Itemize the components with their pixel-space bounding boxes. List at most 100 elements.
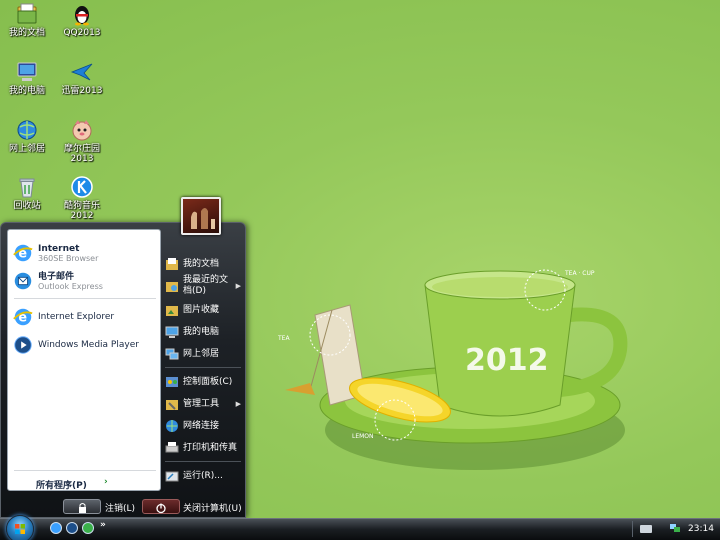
my-computer-icon [17, 62, 37, 81]
wallpaper-teacup: 2012 TEA · CUP TEA LEMON [277, 269, 628, 470]
quicklaunch-360-icon[interactable] [82, 522, 94, 534]
desktop-icon-label: 回收站 [13, 201, 41, 211]
right-my-computer[interactable]: 我的电脑 [165, 325, 243, 339]
right-item-label: 网上邻居 [183, 348, 220, 359]
desktop-icon-xunlei[interactable]: 迅雷2013 [55, 60, 109, 96]
network-places-icon [165, 348, 179, 360]
ie-browser-icon: e [13, 244, 33, 262]
network-tray-icon[interactable] [670, 523, 680, 533]
desktop-icon-recycle-bin[interactable]: 回收站 [0, 175, 54, 211]
right-item-label: 网络连接 [183, 420, 220, 431]
recent-title: Internet Explorer [38, 312, 115, 322]
desktop-icon-label-line2: 2012 [70, 211, 94, 221]
chevron-right-icon: › [104, 477, 108, 487]
desktop-icon-network[interactable]: 网上邻居 [0, 118, 54, 154]
right-item-label-line2: 档(D) [183, 286, 206, 296]
right-item-label: 管理工具 [183, 398, 220, 409]
right-item-label: 控制面板(C) [183, 376, 233, 387]
recent-title: Windows Media Player [38, 340, 139, 350]
divider [165, 367, 241, 368]
tag-lemon: LEMON [352, 433, 374, 440]
divider [14, 298, 156, 299]
pinned-subtitle: 360SE Browser [38, 253, 99, 263]
taskbar [0, 518, 720, 540]
media-player-icon [14, 336, 32, 354]
run-icon [165, 471, 179, 482]
recent-internet-explorer[interactable]: e Internet Explorer [12, 304, 158, 330]
shutdown-button[interactable] [142, 499, 180, 514]
outlook-express-icon [14, 272, 32, 290]
right-printers-faxes[interactable]: 打印机和传真 [165, 441, 243, 455]
pinned-title: Internet [38, 243, 80, 254]
start-menu: e Internet 360SE Browser 电子邮件 Outlook Ex… [0, 222, 246, 518]
desktop-icon-label: 我的电脑 [8, 86, 45, 96]
right-item-label-multiline: 我最近的文 档(D) [183, 275, 228, 297]
right-recent-documents[interactable]: 我最近的文 档(D) ▶ [165, 275, 243, 297]
computer-icon [165, 326, 179, 338]
right-item-label: 图片收藏 [183, 304, 220, 315]
control-panel-icon [166, 377, 178, 387]
internet-explorer-icon: e [13, 308, 33, 326]
qq-penguin-icon [75, 6, 89, 26]
quicklaunch-ie-icon[interactable] [50, 522, 62, 534]
lock-icon [79, 503, 86, 513]
quicklaunch-media-icon[interactable] [66, 522, 78, 534]
desktop-icon-qq[interactable]: QQ2013 [55, 2, 109, 38]
tag-tea: TEA [277, 335, 290, 342]
logoff-lock-button[interactable] [63, 499, 101, 514]
divider [14, 470, 156, 471]
desktop-icon-kugou[interactable]: 酷狗音乐 2012 [55, 175, 109, 221]
tray-divider [632, 521, 633, 537]
right-item-label: 我的文档 [183, 258, 220, 269]
start-button[interactable] [6, 515, 34, 540]
network-globe-icon [17, 120, 37, 140]
submenu-arrow-icon: ▶ [235, 399, 241, 408]
desktop-icon-label: QQ2013 [63, 28, 101, 38]
pictures-folder-icon [166, 306, 178, 316]
start-menu-programs-pane: e Internet 360SE Browser 电子邮件 Outlook Ex… [7, 229, 161, 491]
right-admin-tools[interactable]: 管理工具 ▶ [165, 397, 243, 411]
desktop-icon-mole-manor[interactable]: 摩尔庄园 2013 [55, 118, 109, 164]
right-item-label-line1: 我最近的文 [183, 275, 229, 285]
desktop-icon-label: 我的文档 [8, 28, 45, 38]
chess-pieces-icon [191, 208, 215, 229]
desktop-icon-my-documents[interactable]: 我的文档 [0, 2, 54, 38]
right-item-label: 打印机和传真 [183, 442, 238, 453]
right-my-pictures[interactable]: 图片收藏 [165, 303, 243, 317]
recycle-bin-icon [19, 178, 35, 198]
mole-manor-icon [72, 120, 92, 141]
shutdown-label[interactable]: 关闭计算机(U) [183, 501, 242, 514]
admin-tools-icon [166, 400, 178, 410]
desktop-icon-label: 网上邻居 [8, 144, 45, 154]
quicklaunch-more-button[interactable]: » [100, 520, 106, 530]
recent-windows-media-player[interactable]: Windows Media Player [12, 332, 158, 358]
network-connections-icon [166, 420, 178, 432]
taskbar-clock[interactable]: 23:14 [688, 524, 714, 534]
desktop-icon-label: 酷狗音乐 [63, 201, 100, 211]
pinned-internet[interactable]: e Internet 360SE Browser [12, 240, 158, 266]
tag-tea-cup: TEA · CUP [564, 270, 595, 277]
kugou-k-icon [71, 176, 93, 198]
keyboard-icon[interactable] [640, 525, 652, 533]
pinned-email[interactable]: 电子邮件 Outlook Express [12, 268, 158, 294]
right-my-documents[interactable]: 我的文档 [165, 257, 243, 271]
windows-logo-icon [15, 524, 25, 534]
right-item-label: 运行(R)... [183, 470, 223, 481]
logoff-label[interactable]: 注销(L) [105, 501, 135, 514]
desktop-icon-my-computer[interactable]: 我的电脑 [0, 60, 54, 96]
power-icon [156, 503, 166, 514]
documents-folder-icon [166, 258, 178, 270]
pinned-subtitle: Outlook Express [38, 281, 103, 291]
my-documents-icon [17, 3, 37, 24]
right-run[interactable]: 运行(R)... [165, 469, 243, 483]
recent-documents-icon [166, 282, 178, 292]
all-programs-button[interactable]: 所有程序(P) [36, 478, 87, 491]
user-avatar[interactable] [181, 197, 221, 235]
pinned-title: 电子邮件 [38, 271, 75, 282]
right-network-connections[interactable]: 网络连接 [165, 419, 243, 433]
desktop-icon-label: 迅雷2013 [61, 86, 103, 96]
desktop-icon-label: 摩尔庄园 [63, 144, 100, 154]
right-network-places[interactable]: 网上邻居 [165, 347, 243, 361]
cup-year-text: 2012 [465, 343, 549, 378]
right-control-panel[interactable]: 控制面板(C) [165, 375, 243, 389]
